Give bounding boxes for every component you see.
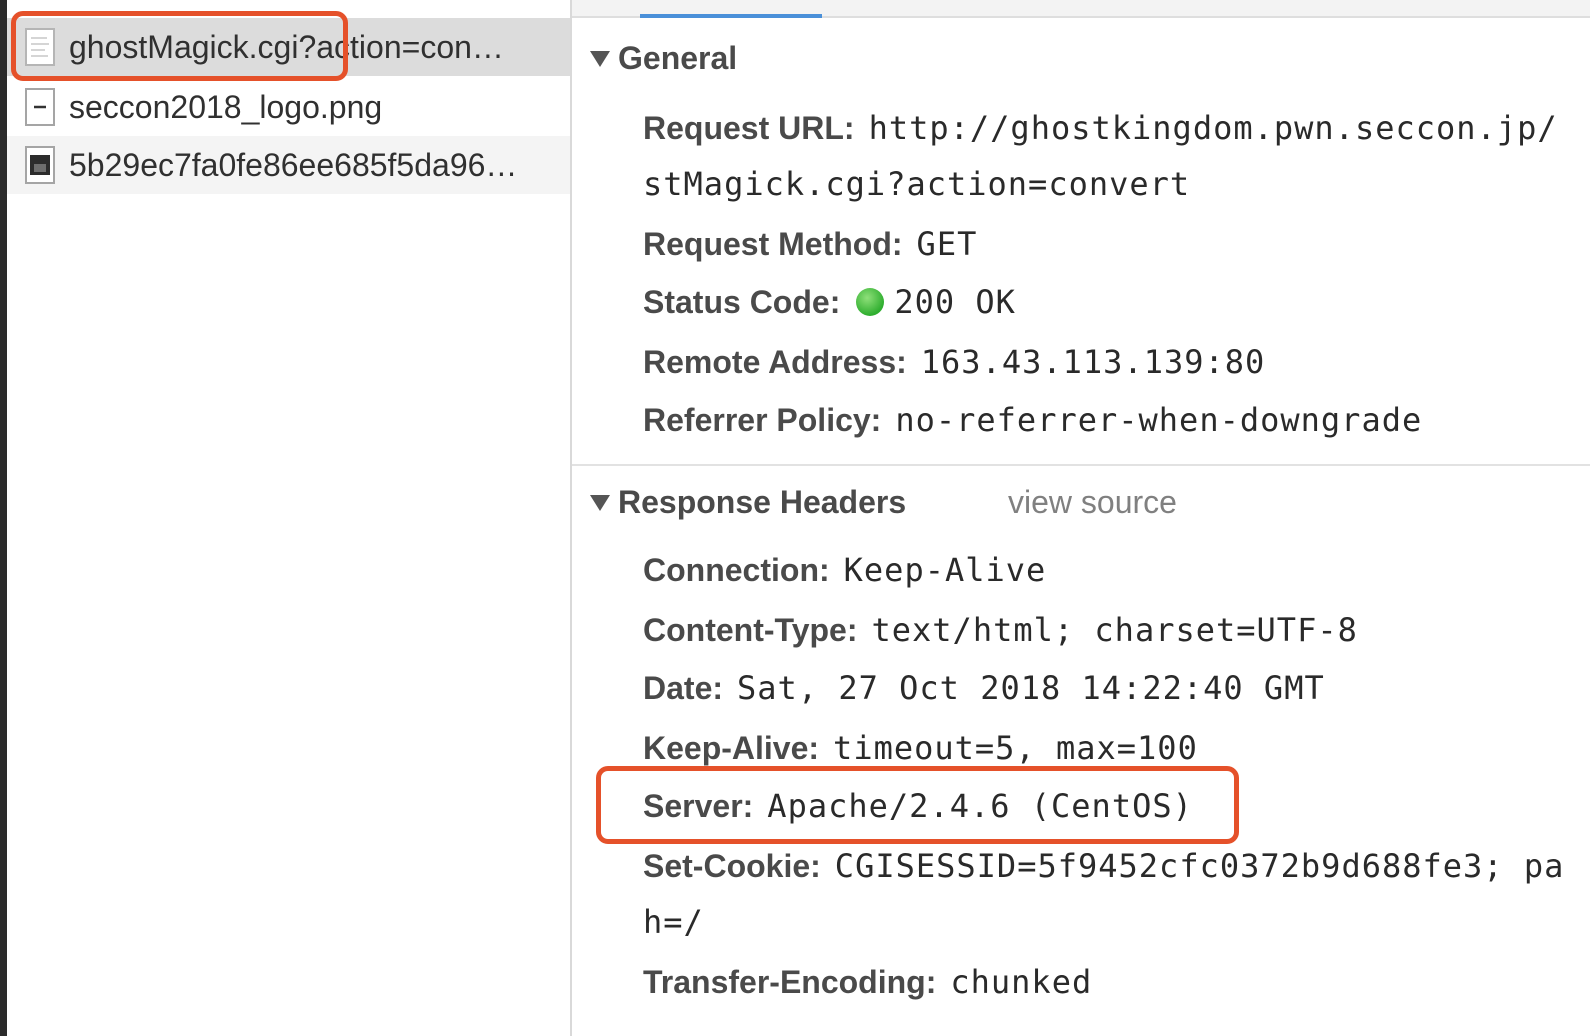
section-general-header[interactable]: General bbox=[590, 40, 737, 77]
header-value-continuation: stMagick.cgi?action=convert bbox=[643, 165, 1191, 203]
header-remote-address: Remote Address: 163.43.113.139:80 bbox=[643, 340, 1265, 384]
highlight-box-server bbox=[596, 766, 1239, 844]
collapse-triangle-icon[interactable] bbox=[590, 50, 610, 67]
section-response-headers-header[interactable]: Response Headers bbox=[590, 484, 906, 521]
header-content-type: Content-Type: text/html; charset=UTF-8 bbox=[643, 608, 1358, 652]
network-request-list: ghostMagick.cgi?action=con… seccon2018_l… bbox=[7, 0, 570, 1036]
header-key: Connection: bbox=[643, 552, 830, 588]
section-divider bbox=[572, 464, 1590, 466]
header-keep-alive: Keep-Alive: timeout=5, max=100 bbox=[643, 726, 1198, 770]
header-value: text/html; charset=UTF-8 bbox=[871, 611, 1358, 649]
header-key: Date: bbox=[643, 670, 724, 706]
panel-divider[interactable] bbox=[570, 0, 572, 1036]
header-key: Keep-Alive: bbox=[643, 730, 820, 766]
view-source-link[interactable]: view source bbox=[1008, 484, 1177, 521]
header-value: chunked bbox=[950, 963, 1093, 1001]
header-set-cookie: Set-Cookie: CGISESSID=5f9452cfc0372b9d688… bbox=[643, 844, 1573, 888]
section-title: General bbox=[618, 40, 738, 76]
header-value: timeout=5, max=100 bbox=[833, 729, 1198, 767]
header-key: Status Code: bbox=[643, 284, 841, 320]
collapse-triangle-icon[interactable] bbox=[590, 494, 610, 511]
request-name: seccon2018_logo.png bbox=[69, 88, 383, 125]
request-row-logo[interactable]: seccon2018_logo.png bbox=[7, 78, 570, 136]
header-key: Remote Address: bbox=[643, 344, 907, 380]
header-value: http://ghostkingdom.pwn.seccon.jp/ bbox=[868, 109, 1558, 147]
header-value: no-referrer-when-downgrade bbox=[895, 401, 1423, 439]
image-placeholder-icon bbox=[25, 88, 55, 126]
header-request-url: Request URL: http://ghostkingdom.pwn.secc… bbox=[643, 106, 1558, 150]
header-value: 163.43.113.139:80 bbox=[920, 343, 1266, 381]
header-value: Keep-Alive bbox=[843, 551, 1047, 589]
tab-headers-active[interactable] bbox=[640, 14, 822, 18]
window-edge bbox=[0, 0, 7, 1036]
header-status-code: Status Code: 200 OK bbox=[643, 280, 1016, 324]
request-row-image[interactable]: 5b29ec7fa0fe86ee685f5da96… bbox=[7, 136, 570, 194]
highlight-box-request bbox=[11, 11, 348, 81]
image-thumbnail-icon bbox=[25, 146, 55, 184]
header-date: Date: Sat, 27 Oct 2018 14:22:40 GMT bbox=[643, 666, 1325, 710]
header-key: Request Method: bbox=[643, 226, 903, 262]
header-key: Transfer-Encoding: bbox=[643, 964, 937, 1000]
header-key: Content-Type: bbox=[643, 612, 858, 648]
header-key: Set-Cookie: bbox=[643, 848, 821, 884]
header-value: GET bbox=[916, 225, 978, 263]
header-key: Request URL: bbox=[643, 110, 855, 146]
header-value: 200 OK bbox=[894, 283, 1016, 321]
header-referrer-policy: Referrer Policy: no-referrer-when-downgra… bbox=[643, 398, 1422, 442]
header-value: Sat, 27 Oct 2018 14:22:40 GMT bbox=[737, 669, 1325, 707]
header-request-method: Request Method: GET bbox=[643, 222, 977, 266]
header-connection: Connection: Keep-Alive bbox=[643, 548, 1046, 592]
header-value: CGISESSID=5f9452cfc0372b9d688fe3; pa bbox=[834, 847, 1565, 885]
section-title: Response Headers bbox=[618, 484, 907, 520]
status-ok-icon bbox=[856, 287, 885, 316]
header-value-continuation: h=/ bbox=[643, 903, 704, 941]
request-name: 5b29ec7fa0fe86ee685f5da96… bbox=[69, 146, 518, 183]
header-key: Referrer Policy: bbox=[643, 402, 882, 438]
header-transfer-encoding: Transfer-Encoding: chunked bbox=[643, 960, 1092, 1004]
